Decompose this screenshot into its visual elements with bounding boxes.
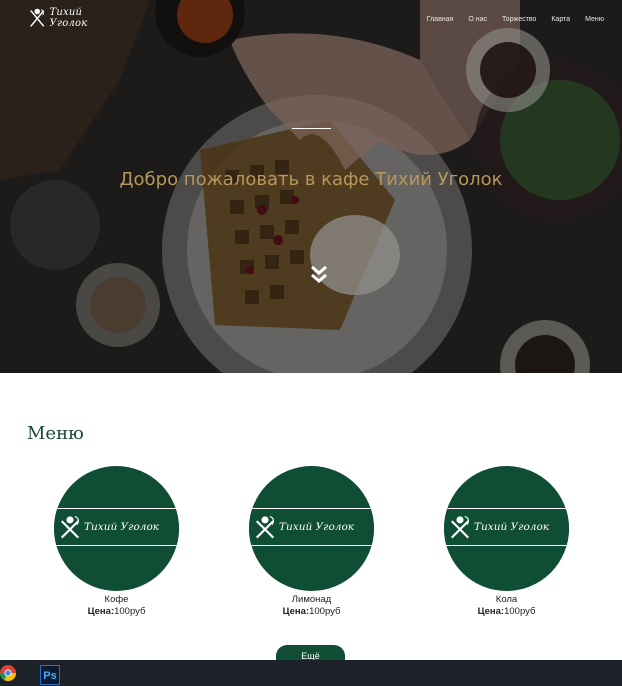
taskbar: Ps — [0, 660, 622, 686]
menu-item-price: Цена:100руб — [87, 606, 146, 617]
menu-item-cola[interactable]: Тихий Уголок Кола Цена:100руб — [444, 466, 569, 617]
chrome-icon[interactable] — [0, 665, 16, 681]
menu-item-lemonade[interactable]: Тихий Уголок Лимонад Цена:100руб — [249, 466, 374, 617]
menu-section-title: Меню — [27, 423, 84, 444]
nav-link-map[interactable]: Карта — [551, 16, 570, 23]
cutlery-icon — [30, 8, 45, 27]
menu-item-price: Цена:100руб — [477, 606, 536, 617]
nav-link-home[interactable]: Главная — [427, 16, 454, 23]
nav-link-celebration[interactable]: Торжество — [502, 16, 536, 23]
hero-title: Добро пожаловать в кафе Тихий Уголок — [119, 169, 503, 190]
site-logo[interactable]: Тихий Уголок — [28, 5, 118, 31]
menu-item-image: Тихий Уголок — [444, 466, 569, 591]
menu-item-coffee[interactable]: Тихий Уголок Кофе Цена:100руб — [54, 466, 179, 617]
menu-item-price: Цена:100руб — [282, 606, 341, 617]
nav-link-about[interactable]: О нас — [468, 16, 487, 23]
top-navigation-bar: Тихий Уголок Главная О нас Торжество Кар… — [0, 0, 622, 40]
photoshop-icon[interactable]: Ps — [40, 665, 60, 685]
double-chevron-down-icon[interactable] — [308, 264, 330, 286]
logo-text: Тихий Уголок — [49, 7, 88, 29]
cutlery-icon — [255, 515, 275, 539]
hero-section: Тихий Уголок Главная О нас Торжество Кар… — [0, 0, 622, 373]
menu-item-image: Тихий Уголок — [249, 466, 374, 591]
hero-divider — [292, 128, 331, 129]
cutlery-icon — [60, 515, 80, 539]
menu-item-image: Тихий Уголок — [54, 466, 179, 591]
menu-item-name: Кофе — [104, 594, 129, 605]
nav-link-menu[interactable]: Меню — [585, 16, 604, 23]
main-nav: Главная О нас Торжество Карта Меню — [427, 16, 604, 23]
menu-item-name: Кола — [495, 594, 518, 605]
menu-item-name: Лимонад — [291, 594, 332, 605]
cutlery-icon — [450, 515, 470, 539]
